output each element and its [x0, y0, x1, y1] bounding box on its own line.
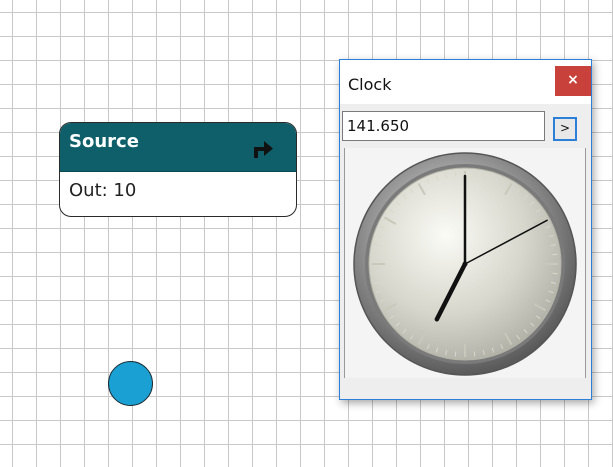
clock-minute-tick	[473, 351, 476, 357]
go-button[interactable]: >	[553, 117, 577, 141]
clock-center-cap	[462, 261, 468, 267]
diagram-canvas[interactable]: Source Out: 10 Clock × 141.650 >	[0, 0, 613, 467]
clock-window-titlebar[interactable]: Clock ×	[340, 60, 591, 104]
clock-minute-tick	[454, 351, 457, 357]
clock-minute-tick	[372, 272, 378, 275]
clock-face	[353, 152, 577, 376]
source-node-output: Out: 10	[69, 180, 137, 201]
circle-node[interactable]	[108, 361, 153, 406]
source-node-title: Source	[69, 131, 139, 152]
clock-face-panel	[344, 148, 586, 378]
source-node[interactable]: Source Out: 10	[59, 122, 297, 217]
close-button[interactable]: ×	[555, 66, 591, 96]
clock-window-title: Clock	[348, 75, 392, 94]
clock-minute-tick	[454, 171, 457, 177]
clock-minute-tick	[372, 253, 378, 256]
turn-right-arrow-icon[interactable]	[250, 136, 276, 160]
clock-value-field[interactable]: 141.650	[342, 111, 545, 141]
source-node-header[interactable]: Source	[60, 123, 296, 172]
clock-minute-tick	[473, 171, 476, 177]
clock-minute-tick	[552, 253, 558, 256]
clock-minute-tick	[552, 272, 558, 275]
clock-window-body: 141.650 >	[340, 104, 591, 399]
clock-window[interactable]: Clock × 141.650 >	[339, 59, 592, 400]
